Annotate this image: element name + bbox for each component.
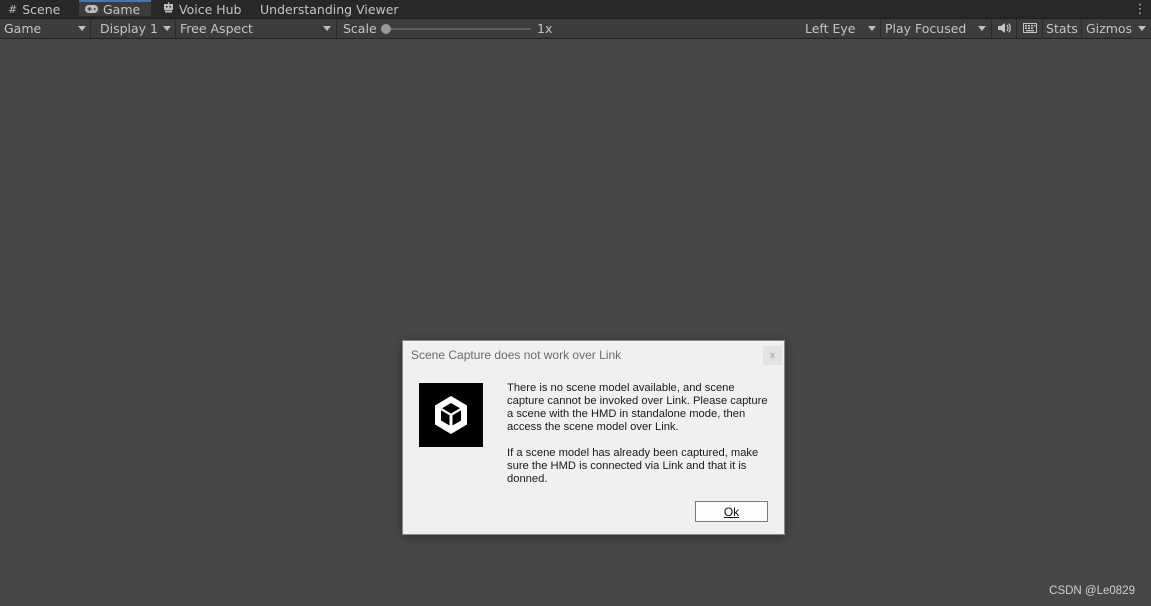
tab-label: Scene [22,1,61,17]
tab-understanding-viewer[interactable]: Understanding Viewer [260,0,399,18]
chevron-down-icon [1138,26,1146,31]
more-options-icon[interactable]: ⋮ [1134,0,1147,18]
tab-bar: # Scene Game Voice Hub Understanding Vie… [0,0,1151,19]
dialog-message-paragraph-2: If a scene model has already been captur… [507,447,759,485]
chevron-down-icon [163,26,171,31]
stats-button[interactable]: Stats [1043,19,1082,38]
tab-voice-hub[interactable]: Voice Hub [163,0,242,18]
display-value: Display 1 [100,21,159,36]
game-toolbar: Game Display 1 Free Aspect Scale 1x Left… [0,19,1151,39]
tab-label: Game [103,1,141,17]
dialog-message: There is no scene model available, and s… [507,382,772,499]
scale-slider-handle[interactable] [381,24,391,34]
keyboard-button[interactable] [1017,19,1043,38]
gizmos-dropdown[interactable]: Gizmos [1082,19,1151,38]
play-mode-value: Play Focused [885,21,967,36]
dialog-message-paragraph-1: There is no scene model available, and s… [507,382,768,433]
view-mode-dropdown[interactable]: Game [0,19,91,38]
ok-button[interactable]: Ok [695,501,768,522]
aspect-dropdown[interactable]: Free Aspect [176,19,337,38]
chevron-down-icon [78,26,86,31]
gizmos-label: Gizmos [1086,21,1133,36]
eye-value: Left Eye [805,21,856,36]
scale-value: 1x [537,21,553,36]
grid-icon: # [8,2,18,16]
view-mode-value: Game [4,21,42,36]
scale-label: Scale [343,21,377,36]
tab-label: Voice Hub [179,1,242,17]
unity-logo-icon [419,383,483,447]
chevron-down-icon [868,26,876,31]
robot-icon [163,2,174,16]
tab-scene[interactable]: # Scene [8,0,60,18]
chevron-down-icon [323,26,331,31]
scale-slider-track[interactable] [383,28,531,30]
close-icon[interactable]: x [763,346,782,365]
gamepad-icon [85,3,98,16]
aspect-value: Free Aspect [180,21,253,36]
tab-label: Understanding Viewer [260,1,399,17]
tab-game[interactable]: Game [79,0,151,17]
watermark: CSDN @Le0829 [1049,585,1135,597]
speaker-icon [997,21,1011,36]
chevron-down-icon [978,26,986,31]
display-dropdown[interactable]: Display 1 [91,19,176,38]
mute-audio-button[interactable] [992,19,1017,38]
eye-dropdown[interactable]: Left Eye [801,19,881,38]
keyboard-icon [1022,21,1037,36]
scene-capture-dialog: Scene Capture does not work over Link x … [402,340,785,535]
play-mode-dropdown[interactable]: Play Focused [881,19,992,38]
dialog-title: Scene Capture does not work over Link [411,348,622,362]
